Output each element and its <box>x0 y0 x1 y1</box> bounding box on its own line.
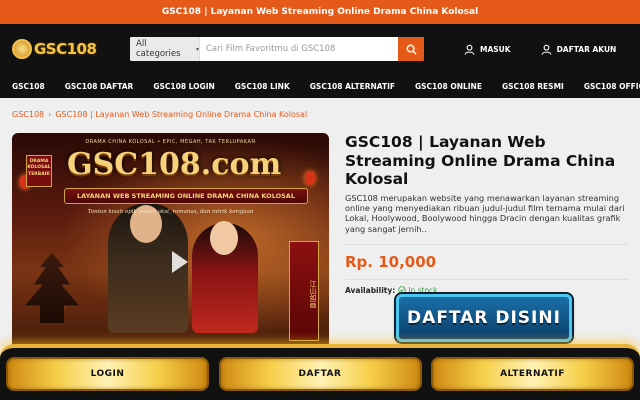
daftar-button[interactable]: DAFTAR <box>218 357 422 391</box>
main-nav: GSC108 GSC108 DAFTAR GSC108 LOGIN GSC108… <box>0 74 640 98</box>
chevron-right-icon: › <box>48 110 52 119</box>
login-button[interactable]: LOGIN <box>6 357 209 391</box>
breadcrumb-home[interactable]: GSC108 <box>12 110 44 119</box>
announcement-bar: GSC108 | Layanan Web Streaming Online Dr… <box>0 0 640 24</box>
product-title: GSC108 | Layanan Web Streaming Online Dr… <box>345 133 616 189</box>
hero-tagline: DRAMA CHINA KOLOSAL • EPIC, MEGAH, TAK T… <box>85 139 256 145</box>
category-select[interactable]: All categories ▾ <box>130 37 200 61</box>
search-button[interactable] <box>398 37 424 61</box>
hero-ribbon: LAYANAN WEB STREAMING ONLINE DRAMA CHINA… <box>64 188 308 204</box>
user-icon <box>464 44 475 55</box>
breadcrumb-current[interactable]: GSC108 | Layanan Web Streaming Online Dr… <box>55 110 307 119</box>
logo-text: GSC108 <box>34 40 97 58</box>
search-input[interactable] <box>200 37 398 61</box>
search-icon <box>406 44 417 55</box>
search-bar: All categories ▾ <box>130 37 424 61</box>
product-price: Rp. 10,000 <box>345 252 437 271</box>
nav-item-resmi[interactable]: GSC108 RESMI <box>502 82 564 91</box>
nav-item-gsc108[interactable]: GSC108 <box>12 82 45 91</box>
nav-item-alternatif[interactable]: GSC108 ALTERNATIF <box>310 82 395 91</box>
hero-banner-image[interactable]: DRAMA CHINA KOLOSAL • EPIC, MEGAH, TAK T… <box>12 133 329 363</box>
availability-label: Availability: <box>345 285 396 295</box>
chevron-down-icon: ▾ <box>195 45 199 53</box>
daftar-disini-button[interactable]: DAFTAR DISINI <box>396 294 572 342</box>
nav-item-login[interactable]: GSC108 LOGIN <box>153 82 214 91</box>
nav-item-daftar[interactable]: GSC108 DAFTAR <box>65 82 134 91</box>
hero-subtitle: Tonton kisah epik penuh aksi, romansa, d… <box>87 209 254 215</box>
divider <box>345 278 627 280</box>
nav-item-official[interactable]: GSC108 OFFICIAL <box>584 82 640 91</box>
product-description: GSC108 merupakan website yang menawarkan… <box>345 192 625 234</box>
announcement-text: GSC108 | Layanan Web Streaming Online Dr… <box>161 7 479 17</box>
princess-face <box>210 221 238 255</box>
hero-side-banner: 江山如画 <box>289 241 319 341</box>
alternatif-button[interactable]: ALTERNATIF <box>431 357 634 391</box>
hero-badge: DRAMA KOLOSAL TERBAIK <box>26 155 52 187</box>
site-header: GSC108 All categories ▾ MASUK DAFTAR AKU… <box>0 24 640 74</box>
product-info: GSC108 | Layanan Web Streaming Online Dr… <box>345 133 627 295</box>
register-label: DAFTAR AKUN <box>556 44 617 54</box>
bottom-action-bar: LOGIN DAFTAR ALTERNATIF <box>0 344 640 400</box>
play-icon[interactable] <box>172 251 188 273</box>
logo-emblem-icon <box>12 39 32 59</box>
login-label: MASUK <box>480 44 511 54</box>
category-select-label: All categories <box>136 39 181 59</box>
login-link[interactable]: MASUK <box>464 44 511 55</box>
user-icon <box>541 44 552 55</box>
site-logo[interactable]: GSC108 <box>12 36 108 62</box>
nav-item-online[interactable]: GSC108 ONLINE <box>415 82 482 91</box>
divider <box>345 243 627 245</box>
breadcrumb: GSC108 › GSC108 | Layanan Web Streaming … <box>12 110 307 119</box>
hero-title: GSC108.com <box>67 147 282 182</box>
nav-item-link[interactable]: GSC108 LINK <box>235 82 290 91</box>
lantern-icon <box>305 171 315 185</box>
register-link[interactable]: DAFTAR AKUN <box>541 44 617 55</box>
